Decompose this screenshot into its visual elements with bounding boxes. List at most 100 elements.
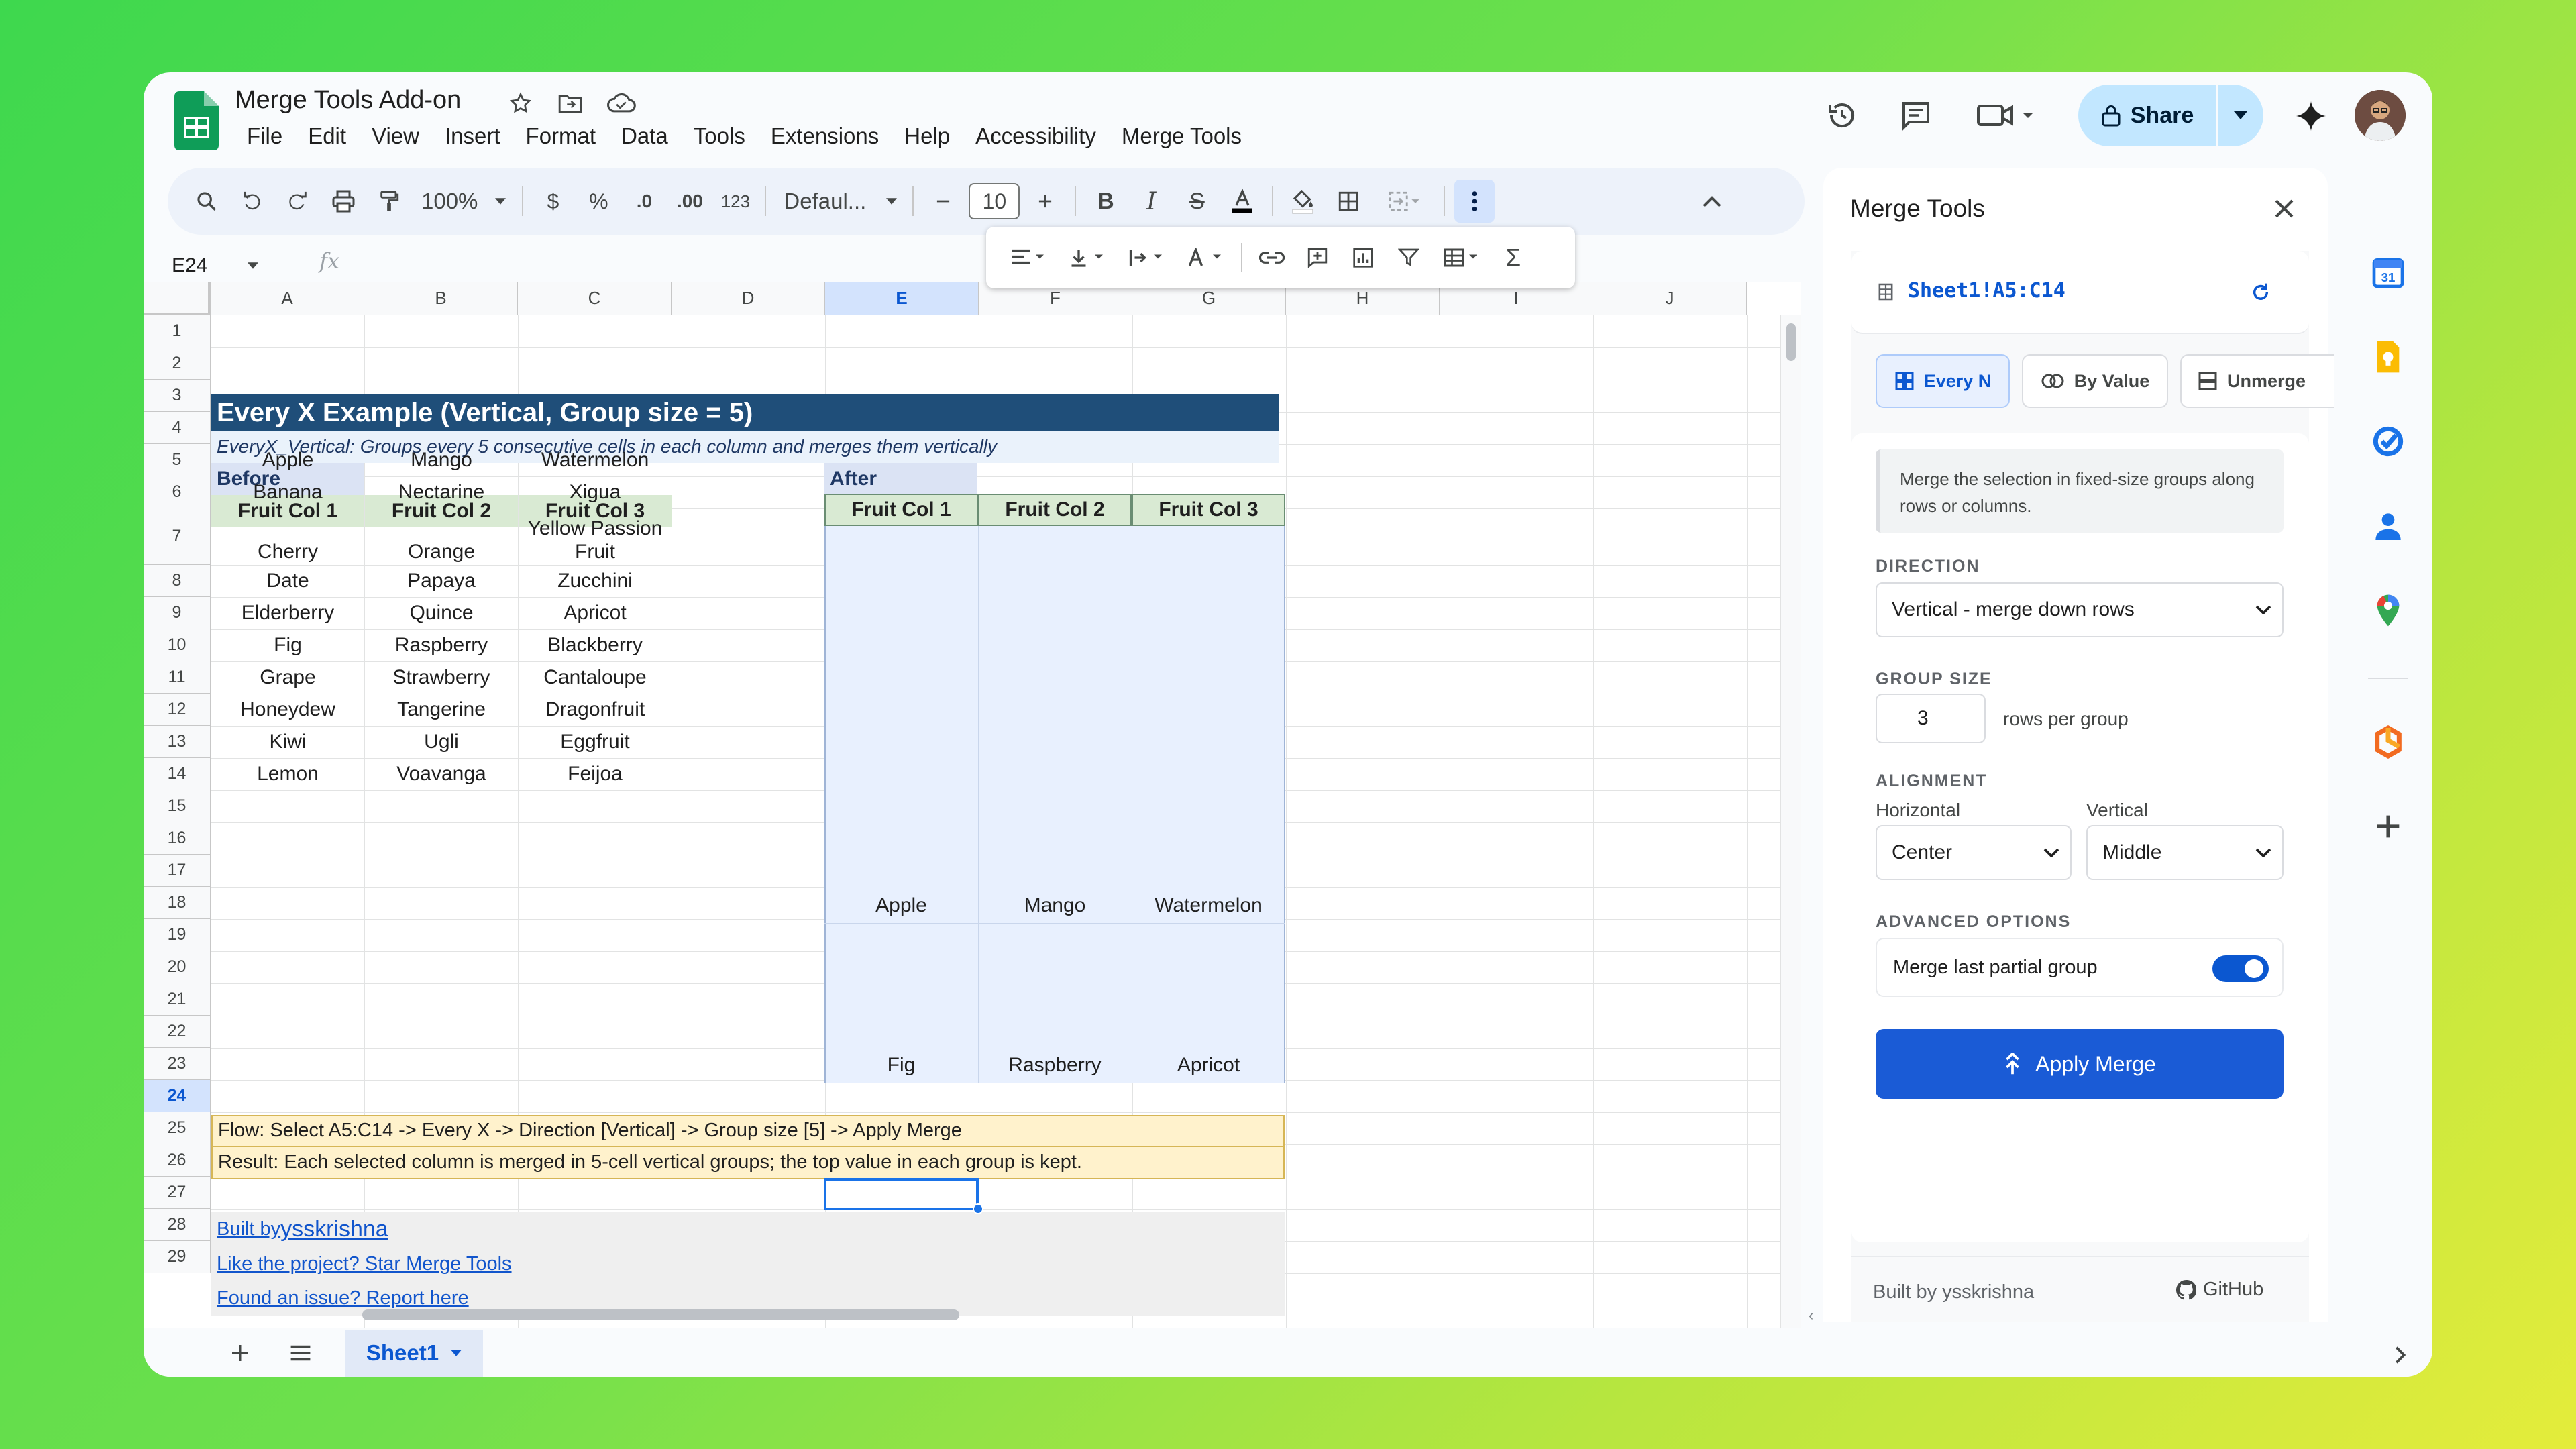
maps-icon[interactable]	[2369, 592, 2407, 629]
column-header-c[interactable]: C	[518, 282, 672, 315]
select-all-corner[interactable]	[144, 282, 211, 315]
move-folder-icon[interactable]	[554, 87, 586, 119]
sheets-logo-icon[interactable]	[174, 91, 219, 150]
before-data-cell[interactable]: Honeydew	[211, 694, 364, 726]
active-cell-selection[interactable]	[824, 1178, 979, 1210]
contacts-icon[interactable]	[2369, 507, 2407, 545]
row-header-13[interactable]: 13	[144, 726, 211, 758]
menu-extensions[interactable]: Extensions	[759, 123, 892, 149]
before-data-cell[interactable]: Elderberry	[211, 597, 364, 629]
group-size-input[interactable]: 3	[1876, 694, 1986, 743]
document-title[interactable]: Merge Tools Add-on	[235, 86, 461, 115]
row-header-26[interactable]: 26	[144, 1144, 211, 1177]
cloud-status-icon[interactable]	[604, 87, 639, 119]
filter-icon[interactable]	[1389, 236, 1429, 279]
row-header-28[interactable]: 28	[144, 1209, 211, 1241]
after-label-cell[interactable]: After	[824, 463, 977, 495]
decrease-decimal-button[interactable]: .0	[624, 180, 664, 223]
before-data-cell[interactable]: Quince	[365, 597, 518, 629]
text-rotate-icon[interactable]	[1178, 236, 1232, 279]
add-addon-icon[interactable]	[2369, 808, 2407, 845]
font-size-input[interactable]: 10	[969, 183, 1020, 219]
direction-select[interactable]: Vertical - merge down rows	[1876, 582, 2284, 637]
borders-icon[interactable]	[1328, 180, 1368, 223]
column-header-j[interactable]: J	[1593, 282, 1747, 315]
link-icon[interactable]	[1252, 236, 1292, 279]
before-data-cell[interactable]: Blackberry	[519, 629, 672, 661]
functions-icon[interactable]: Σ	[1493, 236, 1534, 279]
comments-icon[interactable]	[1892, 91, 1940, 140]
before-data-cell[interactable]: Apricot	[519, 597, 672, 629]
row-header-20[interactable]: 20	[144, 951, 211, 983]
column-header-b[interactable]: B	[364, 282, 518, 315]
horizontal-scroll-thumb[interactable]	[362, 1309, 959, 1320]
before-data-cell[interactable]: Xigua	[519, 476, 672, 508]
row-header-4[interactable]: 4	[144, 412, 211, 444]
menu-data[interactable]: Data	[609, 123, 682, 149]
row-header-16[interactable]: 16	[144, 822, 211, 855]
menu-insert[interactable]: Insert	[433, 123, 514, 149]
flow-note-cell[interactable]: Flow: Select A5:C14 -> Every X -> Direct…	[211, 1115, 1285, 1147]
comment-icon[interactable]	[1297, 236, 1338, 279]
formula-input[interactable]	[358, 248, 962, 282]
fill-color-icon[interactable]	[1283, 180, 1323, 223]
row-header-8[interactable]: 8	[144, 565, 211, 597]
apply-merge-button[interactable]: Apply Merge	[1876, 1029, 2284, 1099]
undo-icon[interactable]	[232, 180, 272, 223]
gemini-sparkle-icon[interactable]	[2288, 93, 2334, 140]
merged-value-cell[interactable]: Mango	[978, 890, 1132, 922]
merged-value-cell[interactable]: Watermelon	[1132, 890, 1285, 922]
tab-unmerge[interactable]: Unmerge	[2180, 354, 2334, 408]
row-header-10[interactable]: 10	[144, 629, 211, 661]
font-size-increase-button[interactable]	[1025, 180, 1065, 223]
before-data-cell[interactable]: Lemon	[211, 758, 364, 790]
font-size-decrease-button[interactable]	[923, 180, 963, 223]
merged-value-cell[interactable]: Raspberry	[978, 1049, 1132, 1081]
version-history-icon[interactable]	[1818, 91, 1866, 140]
zoom-select[interactable]: 100%	[415, 180, 513, 223]
before-data-cell[interactable]: Nectarine	[365, 476, 518, 508]
add-sheet-icon[interactable]	[221, 1336, 259, 1370]
column-header-d[interactable]: D	[672, 282, 825, 315]
currency-format-button[interactable]: $	[533, 180, 573, 223]
addon-icon[interactable]	[2369, 723, 2407, 761]
row-header-12[interactable]: 12	[144, 694, 211, 726]
merge-partial-toggle[interactable]	[2212, 955, 2269, 982]
increase-decimal-button[interactable]: .00	[669, 180, 710, 223]
before-data-cell[interactable]: Voavanga	[365, 758, 518, 790]
italic-icon[interactable]: I	[1131, 180, 1171, 223]
collapse-icon[interactable]	[1692, 180, 1732, 223]
all-sheets-icon[interactable]	[282, 1336, 319, 1370]
paint-format-icon[interactable]	[369, 180, 409, 223]
row-header-1[interactable]: 1	[144, 315, 211, 347]
meet-video-icon[interactable]	[1970, 91, 2043, 140]
merged-value-cell[interactable]: Fig	[824, 1049, 978, 1081]
refresh-icon[interactable]	[2246, 278, 2275, 307]
range-value[interactable]: Sheet1!A5:C14	[1908, 279, 2065, 303]
row-header-9[interactable]: 9	[144, 597, 211, 629]
row-header-22[interactable]: 22	[144, 1016, 211, 1048]
before-data-cell[interactable]: Fig	[211, 629, 364, 661]
merged-value-cell[interactable]: Apricot	[1132, 1049, 1285, 1081]
column-header-e[interactable]: E	[825, 282, 979, 315]
star-icon[interactable]	[504, 87, 537, 119]
align-vertical-icon[interactable]	[1060, 236, 1114, 279]
menu-help[interactable]: Help	[892, 123, 963, 149]
row-header-6[interactable]: 6	[144, 476, 211, 508]
text-wrap-icon[interactable]	[1119, 236, 1173, 279]
after-header-cell[interactable]: Fruit Col 1	[824, 494, 978, 526]
horizontal-scrollbar[interactable]: ‹ ›	[217, 1304, 1813, 1341]
tab-by-value[interactable]: By Value	[2022, 354, 2168, 408]
print-icon[interactable]	[323, 180, 364, 223]
tasks-icon[interactable]	[2369, 423, 2407, 460]
row-header-3[interactable]: 3	[144, 380, 211, 412]
built-by-link[interactable]: Built by ysskrishna	[211, 1212, 815, 1248]
menu-file[interactable]: File	[235, 123, 296, 149]
align-horizontal-icon[interactable]	[1001, 236, 1055, 279]
row-header-2[interactable]: 2	[144, 347, 211, 380]
before-data-cell[interactable]: Cherry	[211, 508, 364, 565]
github-link[interactable]: GitHub	[2176, 1279, 2263, 1301]
horizontal-align-select[interactable]: Center	[1876, 825, 2072, 880]
sheet-title-cell[interactable]: Every X Example (Vertical, Group size = …	[211, 394, 1279, 431]
merge-cells-icon[interactable]	[1374, 180, 1434, 223]
